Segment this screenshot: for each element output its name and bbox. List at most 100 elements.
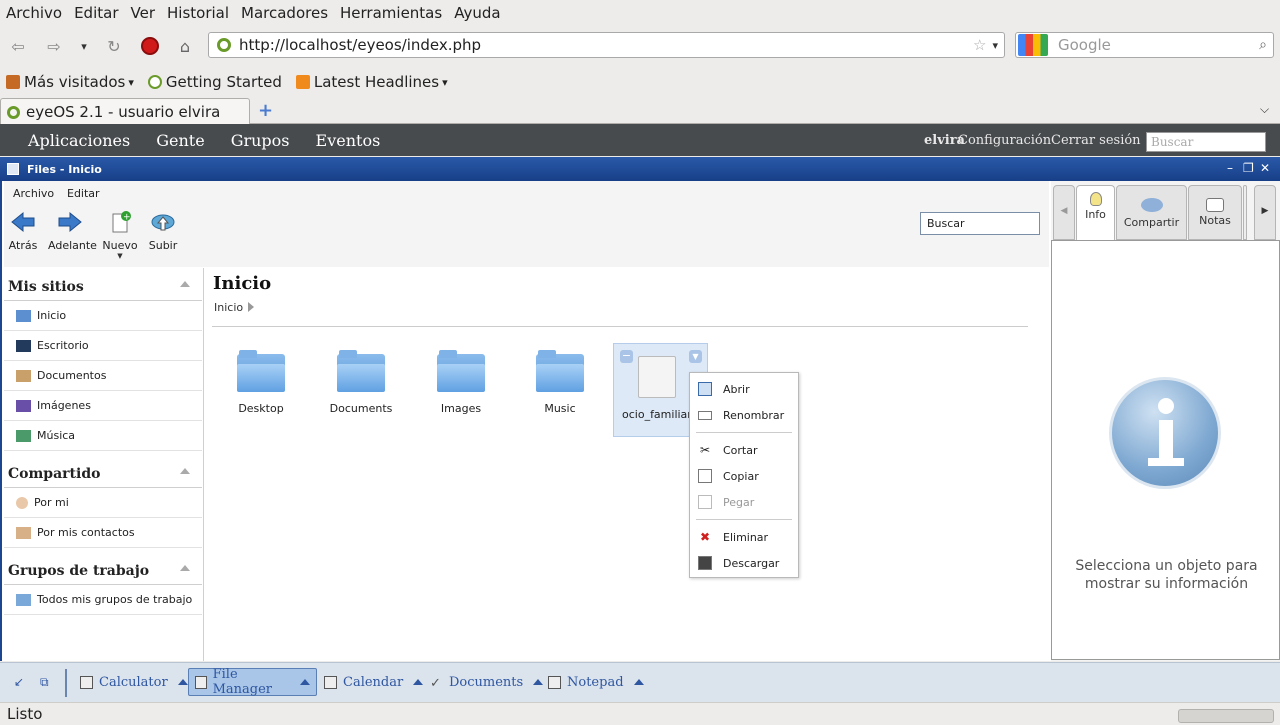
show-desktop-icon[interactable]: ↙ — [14, 675, 24, 689]
files-menu-archivo[interactable]: Archivo — [13, 187, 54, 200]
breadcrumb[interactable]: Inicio — [214, 301, 243, 314]
ctx-pegar[interactable]: Pegar — [690, 491, 798, 513]
magnifier-icon[interactable]: ⌕ — [1259, 37, 1267, 53]
nuevo-button[interactable]: + Nuevo ▼ — [102, 211, 138, 260]
ctx-eliminar[interactable]: ✖ Eliminar — [690, 526, 798, 548]
nuevo-label: Nuevo — [102, 239, 138, 252]
new-tab-icon[interactable]: + — [258, 100, 273, 121]
sidebar-item-inicio[interactable]: Inicio — [4, 301, 202, 331]
menu-herramientas[interactable]: Herramientas — [340, 4, 442, 22]
sidebar-item-documentos[interactable]: Documentos — [4, 361, 202, 391]
divider — [212, 326, 1028, 327]
chevron-up-icon[interactable] — [300, 679, 310, 685]
chevron-up-icon[interactable] — [177, 679, 188, 685]
chevron-down-icon: ▼ — [117, 252, 123, 260]
eyeos-menu-gente[interactable]: Gente — [156, 131, 204, 150]
mis-sitios-heading: Mis sitios — [8, 279, 84, 295]
maximize-icon[interactable]: ❐ — [1243, 161, 1254, 175]
atras-button[interactable]: Atrás — [8, 211, 38, 252]
taskbar-documents[interactable]: ✓ Documents — [424, 668, 549, 696]
sidebar-item-musica[interactable]: Música — [4, 421, 202, 451]
menu-editar[interactable]: Editar — [74, 4, 118, 22]
url-dropdown-icon[interactable]: ▾ — [992, 39, 998, 52]
eyeos-logout-link[interactable]: Cerrar sesión — [1051, 133, 1141, 148]
close-icon[interactable]: ✕ — [1260, 161, 1270, 175]
breadcrumb-arrow-icon — [248, 302, 254, 312]
ctx-descargar[interactable]: Descargar — [690, 552, 798, 574]
tab-hidden-edge — [1243, 185, 1247, 240]
bookmark-getting-started[interactable]: Getting Started — [147, 73, 282, 91]
collapse-icon[interactable] — [180, 565, 190, 571]
page-icon — [147, 75, 162, 89]
tab-notas[interactable]: Notas — [1188, 185, 1242, 240]
sidebar-item-todos-grupos[interactable]: Todos mis grupos de trabajo — [4, 585, 202, 615]
history-dropdown-icon[interactable]: ▾ — [72, 34, 96, 58]
tabs-scroll-right-icon[interactable]: ▶ — [1254, 185, 1276, 240]
forward-icon[interactable]: ⇨ — [42, 34, 66, 58]
menu-historial[interactable]: Historial — [167, 4, 229, 22]
tabs-scroll-left-icon[interactable]: ◀ — [1053, 185, 1075, 240]
file-item-music[interactable]: Music — [512, 350, 608, 415]
sidebar-item-por-mis-contactos[interactable]: Por mis contactos — [4, 518, 202, 548]
ctx-label: Descargar — [723, 556, 780, 570]
eyeos-config-link[interactable]: Configuración — [958, 133, 1051, 148]
chevron-up-icon[interactable] — [413, 679, 424, 685]
sidebar-item-imagenes[interactable]: Imágenes — [4, 391, 202, 421]
bookmark-mas-visitados[interactable]: Más visitados ▾ — [6, 73, 134, 91]
ctx-abrir[interactable]: Abrir — [690, 378, 798, 400]
share-users-icon — [1140, 198, 1163, 212]
collapse-icon[interactable] — [180, 468, 190, 474]
eyeos-menu-aplicaciones[interactable]: Aplicaciones — [28, 131, 130, 150]
file-item-images[interactable]: Images — [413, 350, 509, 415]
file-item-documents[interactable]: Documents — [313, 350, 409, 415]
home-icon[interactable]: ⌂ — [173, 34, 197, 58]
taskbar-notepad[interactable]: Notepad — [542, 668, 650, 696]
file-item-desktop[interactable]: Desktop — [213, 350, 309, 415]
taskbar-file-manager[interactable]: File Manager — [188, 667, 317, 697]
sidebar-item-escritorio[interactable]: Escritorio — [4, 331, 202, 361]
files-search-input[interactable]: Buscar — [920, 212, 1040, 235]
stop-icon[interactable] — [138, 34, 162, 58]
subir-button[interactable]: Subir — [148, 211, 178, 252]
menu-ver[interactable]: Ver — [131, 4, 156, 22]
taskbar-label: File Manager — [212, 667, 273, 697]
ctx-copiar[interactable]: Copiar — [690, 465, 798, 487]
places-sidebar: Mis sitios Inicio Escritorio Documentos … — [4, 268, 204, 661]
taskbar-calculator[interactable]: Calculator — [74, 668, 194, 696]
menu-marcadores[interactable]: Marcadores — [241, 4, 328, 22]
divider — [65, 669, 67, 697]
files-menu-editar[interactable]: Editar — [67, 187, 100, 200]
switch-windows-icon[interactable]: ⧉ — [40, 675, 49, 690]
ctx-cortar[interactable]: ✂ Cortar — [690, 439, 798, 461]
tab-info[interactable]: Info — [1076, 185, 1115, 240]
file-menu-chevron-icon[interactable]: ▼ — [689, 350, 702, 363]
reload-icon[interactable]: ↻ — [102, 34, 126, 58]
tab-list-icon[interactable]: ⌵ — [1260, 102, 1269, 117]
paste-icon — [698, 495, 712, 509]
collapse-icon[interactable] — [180, 281, 190, 287]
bookmark-star-icon[interactable]: ☆ — [973, 36, 986, 54]
info-icon — [1109, 377, 1221, 489]
web-search-box[interactable]: Google ⌕ — [1015, 32, 1274, 58]
back-icon[interactable]: ⇦ — [6, 34, 30, 58]
menu-ayuda[interactable]: Ayuda — [454, 4, 500, 22]
bookmark-latest-headlines[interactable]: Latest Headlines ▾ — [295, 73, 448, 91]
file-label: Documents — [329, 402, 393, 415]
taskbar-calendar[interactable]: Calendar — [318, 668, 429, 696]
ctx-renombrar[interactable]: Renombrar — [690, 404, 798, 426]
google-engine-icon[interactable] — [1018, 34, 1048, 56]
minimize-icon[interactable]: – — [1227, 161, 1233, 175]
eyeos-menu-grupos[interactable]: Grupos — [231, 131, 290, 150]
window-titlebar[interactable]: Files - Inicio – ❐ ✕ — [0, 157, 1280, 181]
eyeos-search-input[interactable]: Buscar — [1146, 132, 1266, 152]
eyeos-menu-eventos[interactable]: Eventos — [316, 131, 381, 150]
folder-icon — [237, 350, 285, 392]
adelante-button[interactable]: Adelante — [48, 211, 97, 252]
chevron-up-icon[interactable] — [633, 679, 644, 685]
file-item-ocio-familiar[interactable]: ocio_familiar.o — [613, 350, 689, 421]
menu-archivo[interactable]: Archivo — [6, 4, 62, 22]
url-bar[interactable]: http://localhost/eyeos/index.php ☆ ▾ — [208, 32, 1005, 58]
sidebar-item-por-mi[interactable]: Por mi — [4, 488, 202, 518]
tab-eyeos[interactable]: eyeOS 2.1 - usuario elvira — [0, 98, 250, 125]
tab-compartir[interactable]: Compartir — [1116, 185, 1187, 240]
